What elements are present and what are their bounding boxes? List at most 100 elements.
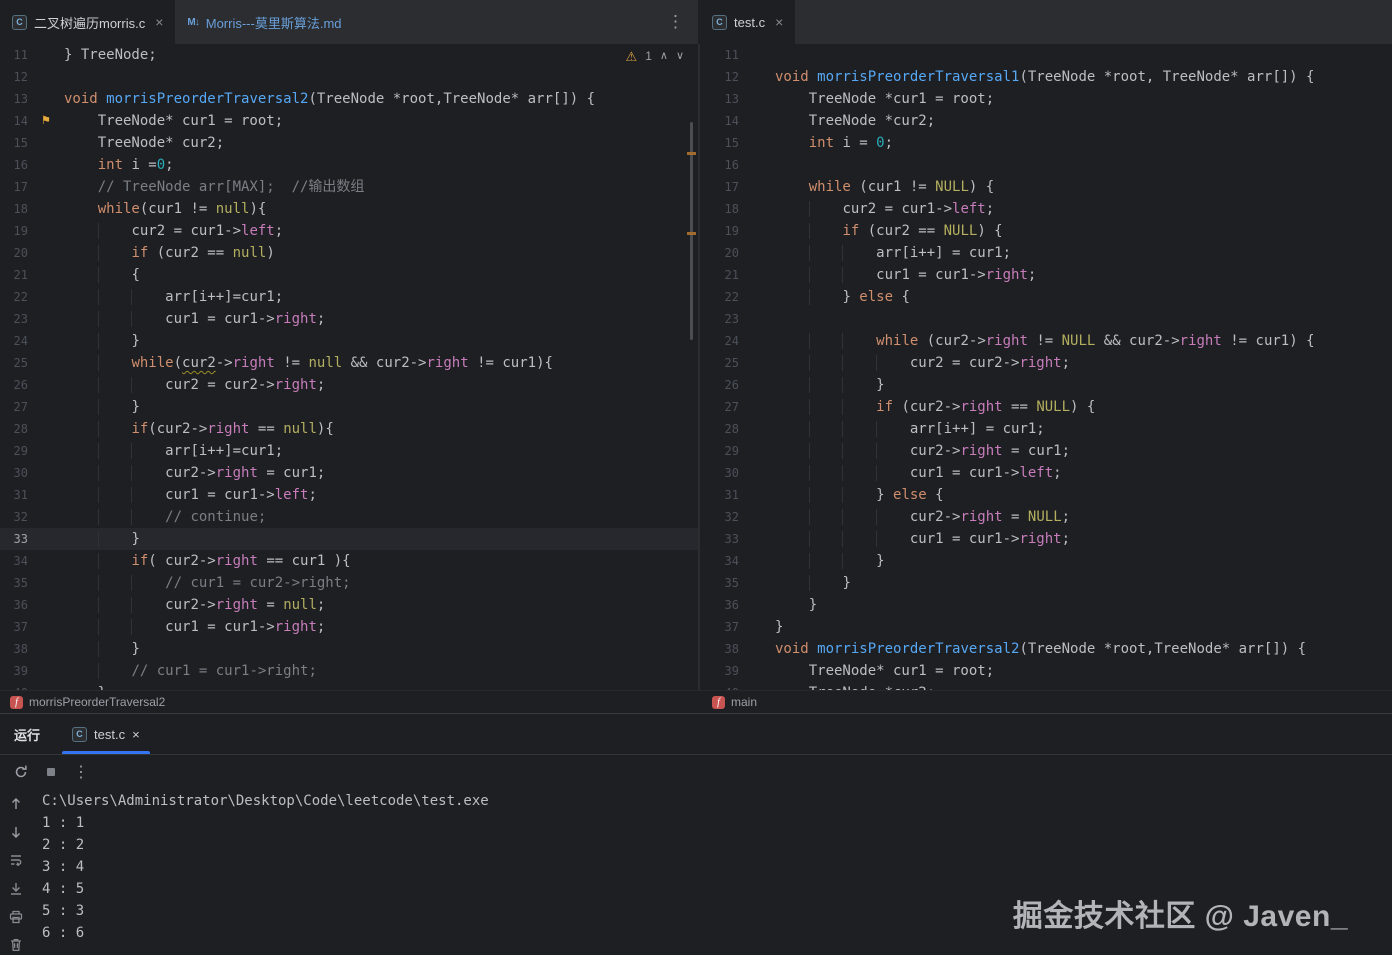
code-line[interactable]: 30 cur2->right = cur1; <box>0 462 698 484</box>
code-line[interactable]: 27 if (cur2->right == NULL) { <box>700 396 1392 418</box>
code-line[interactable]: 26 cur2 = cur2->right; <box>0 374 698 396</box>
stop-button[interactable] <box>38 760 64 784</box>
code-line[interactable]: 18 cur2 = cur1->left; <box>700 198 1392 220</box>
clear-console-button[interactable] <box>6 936 26 955</box>
line-number[interactable]: 27 <box>700 396 739 418</box>
line-number[interactable]: 32 <box>0 506 28 528</box>
close-icon[interactable]: × <box>155 15 163 29</box>
line-number[interactable]: 39 <box>700 660 739 682</box>
code-line[interactable]: 35 // cur1 = cur2->right; <box>0 572 698 594</box>
code-line[interactable]: 40 } <box>0 682 698 690</box>
line-number[interactable]: 27 <box>0 396 28 418</box>
code-line[interactable]: 11} TreeNode; <box>0 44 698 66</box>
code-line[interactable]: 36 cur2->right = null; <box>0 594 698 616</box>
code-line[interactable]: 31 } else { <box>700 484 1392 506</box>
code-line[interactable]: 12void morrisPreorderTraversal1(TreeNode… <box>700 66 1392 88</box>
code-line[interactable]: 32 cur2->right = NULL; <box>700 506 1392 528</box>
line-number[interactable]: 29 <box>0 440 28 462</box>
line-number[interactable]: 18 <box>700 198 739 220</box>
code-line[interactable]: 39 // cur1 = cur1->right; <box>0 660 698 682</box>
breadcrumb-left[interactable]: f morrisPreorderTraversal2 <box>0 695 700 709</box>
line-number[interactable]: 31 <box>700 484 739 506</box>
code-line[interactable]: 17 while (cur1 != NULL) { <box>700 176 1392 198</box>
line-number[interactable]: 38 <box>0 638 28 660</box>
code-line[interactable]: 35 } <box>700 572 1392 594</box>
code-line[interactable]: 32 // continue; <box>0 506 698 528</box>
tab-morris-md[interactable]: M↓ Morris---莫里斯算法.md <box>175 0 353 44</box>
code-line[interactable]: 18 while(cur1 != null){ <box>0 198 698 220</box>
line-number[interactable]: 14 <box>0 110 28 132</box>
code-line[interactable]: 36 } <box>700 594 1392 616</box>
code-line[interactable]: 22 arr[i++]=cur1; <box>0 286 698 308</box>
line-number[interactable]: 36 <box>700 594 739 616</box>
line-number[interactable]: 12 <box>700 66 739 88</box>
code-area-right[interactable]: 1112void morrisPreorderTraversal1(TreeNo… <box>700 44 1392 690</box>
editor-left[interactable]: 11} TreeNode;1213void morrisPreorderTrav… <box>0 44 700 690</box>
breadcrumb-function-name[interactable]: morrisPreorderTraversal2 <box>29 695 165 709</box>
tab-test-c[interactable]: C test.c × <box>700 0 795 44</box>
jump-to-bottom-button[interactable] <box>6 822 26 841</box>
line-number[interactable]: 25 <box>0 352 28 374</box>
line-number[interactable]: 38 <box>700 638 739 660</box>
code-line[interactable]: 19 if (cur2 == NULL) { <box>700 220 1392 242</box>
line-number[interactable]: 17 <box>0 176 28 198</box>
code-line[interactable]: 14⚑ TreeNode* cur1 = root; <box>0 110 698 132</box>
code-line[interactable]: 38void morrisPreorderTraversal2(TreeNode… <box>700 638 1392 660</box>
line-number[interactable]: 12 <box>0 66 28 88</box>
code-line[interactable]: 26 } <box>700 374 1392 396</box>
code-line[interactable]: 23 cur1 = cur1->right; <box>0 308 698 330</box>
line-number[interactable]: 23 <box>700 308 739 330</box>
code-line[interactable]: 27 } <box>0 396 698 418</box>
code-line[interactable]: 13void morrisPreorderTraversal2(TreeNode… <box>0 88 698 110</box>
code-line[interactable]: 33 } <box>0 528 698 550</box>
line-number[interactable]: 24 <box>700 330 739 352</box>
tab-options-kebab-icon[interactable]: ⋮ <box>653 12 698 32</box>
line-number[interactable]: 32 <box>700 506 739 528</box>
code-line[interactable]: 19 cur2 = cur1->left; <box>0 220 698 242</box>
inspections-widget[interactable]: ⚠ 1 ∧ ∨ <box>626 49 684 63</box>
line-number[interactable]: 40 <box>0 682 28 690</box>
breadcrumb-right[interactable]: f main <box>700 695 757 709</box>
line-number[interactable]: 40 <box>700 682 739 690</box>
line-number[interactable]: 36 <box>0 594 28 616</box>
editor-right[interactable]: 1112void morrisPreorderTraversal1(TreeNo… <box>700 44 1392 690</box>
code-line[interactable]: 16 int i =0; <box>0 154 698 176</box>
code-line[interactable]: 16 <box>700 154 1392 176</box>
code-line[interactable]: 37} <box>700 616 1392 638</box>
close-icon[interactable]: × <box>775 15 783 29</box>
code-line[interactable]: 17 // TreeNode arr[MAX]; //输出数组 <box>0 176 698 198</box>
bookmark-icon[interactable]: ⚑ <box>28 110 64 132</box>
code-line[interactable]: 34 } <box>700 550 1392 572</box>
code-line[interactable]: 25 while(cur2->right != null && cur2->ri… <box>0 352 698 374</box>
line-number[interactable]: 34 <box>0 550 28 572</box>
line-number[interactable]: 35 <box>0 572 28 594</box>
code-line[interactable]: 34 if( cur2->right == cur1 ){ <box>0 550 698 572</box>
next-problem-icon[interactable]: ∨ <box>676 51 684 62</box>
line-number[interactable]: 30 <box>0 462 28 484</box>
code-line[interactable]: 25 cur2 = cur2->right; <box>700 352 1392 374</box>
line-number[interactable]: 29 <box>700 440 739 462</box>
code-line[interactable]: 13 TreeNode *cur1 = root; <box>700 88 1392 110</box>
line-number[interactable]: 22 <box>700 286 739 308</box>
line-number[interactable]: 26 <box>0 374 28 396</box>
line-number[interactable]: 19 <box>700 220 739 242</box>
line-number[interactable]: 21 <box>700 264 739 286</box>
code-line[interactable]: 37 cur1 = cur1->right; <box>0 616 698 638</box>
code-line[interactable]: 15 int i = 0; <box>700 132 1392 154</box>
rerun-button[interactable] <box>8 760 34 784</box>
line-number[interactable]: 31 <box>0 484 28 506</box>
line-number[interactable]: 20 <box>0 242 28 264</box>
code-line[interactable]: 14 TreeNode *cur2; <box>700 110 1392 132</box>
line-number[interactable]: 23 <box>0 308 28 330</box>
code-line[interactable]: 24 } <box>0 330 698 352</box>
line-number[interactable]: 16 <box>700 154 739 176</box>
print-button[interactable] <box>6 907 26 926</box>
line-number[interactable]: 24 <box>0 330 28 352</box>
line-number[interactable]: 28 <box>0 418 28 440</box>
code-line[interactable]: 33 cur1 = cur1->right; <box>700 528 1392 550</box>
code-area-left[interactable]: 11} TreeNode;1213void morrisPreorderTrav… <box>0 44 698 690</box>
code-line[interactable]: 29 cur2->right = cur1; <box>700 440 1392 462</box>
line-number[interactable]: 21 <box>0 264 28 286</box>
code-line[interactable]: 29 arr[i++]=cur1; <box>0 440 698 462</box>
line-number[interactable]: 19 <box>0 220 28 242</box>
